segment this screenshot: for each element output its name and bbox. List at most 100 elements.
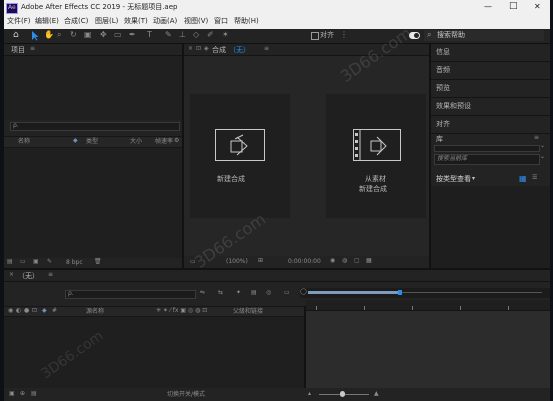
timeline-tab-label[interactable]: （无） <box>18 273 39 280</box>
minimize-button[interactable]: — <box>484 3 492 11</box>
project-panel-title[interactable]: 项目 <box>11 47 25 54</box>
effects-presets-panel-tab[interactable]: 效果和预设 <box>431 98 550 116</box>
label-color-icon[interactable]: ◆ <box>73 138 78 144</box>
column-name-header[interactable]: 名称 <box>18 139 30 145</box>
parent-link-header[interactable]: 父级和链接 <box>233 309 263 315</box>
snap-options-icon[interactable]: ⋮ <box>340 31 348 39</box>
panel-divider[interactable] <box>4 268 550 270</box>
menu-composition[interactable]: 合成(C) <box>64 18 88 25</box>
pan-behind-tool-icon[interactable]: ✥ <box>100 31 107 39</box>
selection-tool-icon[interactable] <box>31 30 39 41</box>
panel-divider[interactable] <box>304 306 306 388</box>
lock-icon[interactable]: ⊡ <box>196 46 201 52</box>
menu-window[interactable]: 窗口 <box>214 18 228 25</box>
label-color-icon[interactable]: ◆ <box>42 308 47 314</box>
region-of-interest-icon[interactable]: ▢ <box>354 258 360 264</box>
menu-animation[interactable]: 动画(A) <box>153 18 177 25</box>
library-dropdown[interactable] <box>434 145 540 152</box>
panel-menu-icon[interactable]: ≡ <box>30 46 35 52</box>
video-visibility-icon[interactable]: ◉ <box>8 308 13 314</box>
zoom-in-icon[interactable]: ▲ <box>374 391 379 397</box>
interpret-footage-icon[interactable]: ▤ <box>7 259 13 265</box>
motion-blur-icon[interactable]: ◎ <box>266 290 271 296</box>
lock-icon[interactable]: ⊡ <box>32 308 37 314</box>
frame-blending-icon[interactable]: ▤ <box>251 290 257 296</box>
new-folder-icon[interactable]: ▭ <box>20 259 26 265</box>
menu-help[interactable]: 帮助(H) <box>234 18 259 25</box>
audio-icon[interactable]: ◐ <box>16 308 21 314</box>
camera-tool-icon[interactable]: ▣ <box>84 31 92 39</box>
layer-switches-header-icons[interactable]: ✳ ✶ ⁄ fx ▣ ◎ ◍ ⊡ <box>156 308 207 314</box>
rectangle-tool-icon[interactable]: ▭ <box>114 31 122 39</box>
preview-panel-tab[interactable]: 预览 <box>431 80 550 98</box>
timecode-display[interactable]: 0:00:00:00 <box>288 259 321 265</box>
library-search-input[interactable]: 搜索当前库 <box>434 154 540 165</box>
navigator-start-icon[interactable]: ◯ <box>300 289 307 295</box>
comp-mini-flowchart-icon[interactable]: ⇋ <box>200 290 205 296</box>
chevron-down-icon[interactable]: ⌄ <box>540 143 545 149</box>
composition-tab-label[interactable]: 合成 <box>212 47 226 54</box>
project-items-list[interactable] <box>4 148 182 258</box>
column-settings-icon[interactable]: ⚙ <box>174 138 179 144</box>
close-tab-icon[interactable]: × <box>9 272 14 278</box>
time-navigator[interactable]: ◯ <box>300 288 550 298</box>
close-button[interactable]: ✕ <box>534 3 541 11</box>
transparency-grid-icon[interactable]: ▦ <box>366 258 372 264</box>
panel-menu-icon[interactable]: ≡ <box>264 46 269 52</box>
close-tab-icon[interactable]: × <box>188 46 193 52</box>
roto-brush-tool-icon[interactable]: ✐ <box>207 31 214 39</box>
snapshot-icon[interactable]: ◉ <box>330 258 335 264</box>
menu-layer[interactable]: 图层(L) <box>95 18 118 25</box>
puppet-tool-icon[interactable]: ✶ <box>222 31 229 39</box>
eraser-tool-icon[interactable]: ◇ <box>193 31 199 39</box>
source-name-header[interactable]: 源名称 <box>86 309 104 315</box>
show-channel-icon[interactable]: ◍ <box>342 258 347 264</box>
zoom-tool-icon[interactable]: ⌕ <box>57 31 61 39</box>
list-view-icon[interactable]: ☰ <box>532 175 537 181</box>
search-help-field[interactable]: ⌕ 搜索帮助 <box>424 30 544 41</box>
info-panel-tab[interactable]: 信息 <box>431 44 550 62</box>
panel-menu-icon[interactable]: ≡ <box>534 135 539 141</box>
audio-panel-tab[interactable]: 音频 <box>431 62 550 80</box>
brush-tool-icon[interactable]: ✎ <box>165 31 172 39</box>
new-from-footage-card[interactable]: 从素材 新建合成 <box>326 94 426 218</box>
toggle-in-out-icon[interactable]: ▤ <box>31 391 37 397</box>
timeline-track-area[interactable] <box>306 311 550 388</box>
rotate-tool-icon[interactable]: ↻ <box>70 31 77 39</box>
toggle-modes-icon[interactable]: ⊕ <box>20 391 25 397</box>
menu-edit[interactable]: 编辑(E) <box>35 18 59 25</box>
chevron-down-icon[interactable]: ⌄ <box>540 154 545 160</box>
new-composition-card[interactable]: 新建合成 <box>190 94 290 218</box>
navigator-bar[interactable] <box>308 291 400 294</box>
zoom-dropdown[interactable]: (100%) <box>226 259 248 265</box>
zoom-out-icon[interactable]: ▴ <box>308 391 311 397</box>
grid-view-icon[interactable]: ▦ <box>519 175 527 183</box>
toggle-switches-icon[interactable]: ▣ <box>9 391 15 397</box>
column-framerate-header[interactable]: 帧速率 <box>155 139 173 145</box>
type-tool-icon[interactable]: T <box>147 31 152 39</box>
column-type-header[interactable]: 类型 <box>86 139 98 145</box>
panel-menu-icon[interactable]: ≡ <box>48 272 53 278</box>
menu-effect[interactable]: 效果(T) <box>124 18 148 25</box>
timeline-search-input[interactable]: ρ. <box>65 290 196 299</box>
caret-down-icon[interactable]: ▾ <box>472 176 475 182</box>
new-composition-icon[interactable]: ▣ <box>33 259 39 265</box>
composition-tab-value[interactable]: （无） <box>229 47 250 54</box>
delete-icon[interactable]: 🗑 <box>94 259 102 265</box>
pen-tool-icon[interactable]: ✒ <box>129 31 136 39</box>
maximize-button[interactable]: □ <box>509 2 518 11</box>
column-size-header[interactable]: 大小 <box>130 139 142 145</box>
panel-divider[interactable] <box>182 44 184 268</box>
view-by-type-dropdown[interactable]: 按类型查看 <box>436 176 471 183</box>
snapping-checkbox[interactable] <box>311 32 319 40</box>
time-ruler[interactable] <box>306 300 550 311</box>
adjust-icon[interactable]: ✎ <box>47 259 52 265</box>
graph-editor-icon[interactable]: ▭ <box>284 290 290 296</box>
toggle-grid-icon[interactable]: ⊞ <box>258 258 263 264</box>
clone-stamp-tool-icon[interactable]: ⊥ <box>179 31 186 39</box>
menu-file[interactable]: 文件(F) <box>7 18 31 25</box>
panel-divider[interactable] <box>429 44 431 268</box>
menu-view[interactable]: 视图(V) <box>184 18 208 25</box>
draft-3d-icon[interactable]: ⇆ <box>218 290 223 296</box>
switch-modes-button[interactable]: 切换开关/模式 <box>167 392 205 398</box>
